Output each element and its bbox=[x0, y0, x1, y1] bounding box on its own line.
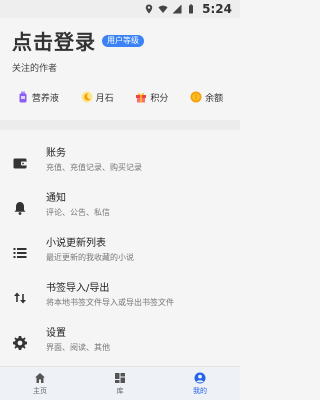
menu-title: 设置 bbox=[46, 328, 66, 339]
gear-icon bbox=[13, 336, 27, 350]
menu-subtitle: 将本地书签文件导入或导出书签文件 bbox=[46, 298, 174, 307]
nav-home[interactable]: 主页 bbox=[0, 367, 80, 400]
status-bar: 5:24 bbox=[0, 0, 240, 18]
menu-title: 通知 bbox=[46, 193, 66, 204]
list-icon bbox=[13, 248, 27, 258]
nav-label: 我的 bbox=[193, 386, 207, 395]
cellular-icon bbox=[172, 4, 182, 14]
section-divider bbox=[0, 120, 240, 130]
nav-library[interactable]: 库 bbox=[80, 367, 160, 400]
status-time: 5:24 bbox=[202, 2, 232, 16]
settings-menu: 账务 充值、充值记录、购买记录 通知 评论、公告、私信 小说更新列表 最近更新的… bbox=[0, 140, 240, 366]
menu-item-notifications[interactable]: 通知 评论、公告、私信 bbox=[0, 185, 240, 230]
asset-nutrition[interactable]: 营养液 bbox=[17, 91, 59, 104]
assets-row: 营养液 月石 积分 余额 bbox=[0, 82, 240, 112]
followed-authors-link[interactable]: 关注的作者 bbox=[12, 61, 228, 74]
menu-subtitle: 评论、公告、私信 bbox=[46, 208, 110, 217]
import-export-icon bbox=[14, 292, 26, 304]
nav-label: 库 bbox=[116, 386, 124, 395]
nav-label: 主页 bbox=[33, 386, 47, 395]
coin-icon bbox=[190, 91, 202, 103]
asset-label: 营养液 bbox=[31, 93, 59, 104]
nutrition-bottle-icon bbox=[19, 91, 27, 103]
menu-item-billing[interactable]: 账务 充值、充值记录、购买记录 bbox=[0, 140, 240, 185]
asset-label: 余额 bbox=[205, 93, 224, 104]
menu-title: 小说更新列表 bbox=[46, 238, 106, 249]
asset-label: 积分 bbox=[150, 93, 169, 104]
menu-subtitle: 界面、阅读、其他 bbox=[46, 343, 110, 352]
menu-item-novel-updates[interactable]: 小说更新列表 最近更新的我收藏的小说 bbox=[0, 230, 240, 275]
location-icon bbox=[145, 4, 153, 14]
menu-title: 书签导入/导出 bbox=[46, 283, 110, 294]
library-icon bbox=[115, 372, 125, 383]
account-icon bbox=[194, 372, 206, 383]
menu-subtitle: 充值、充值记录、购买记录 bbox=[46, 163, 142, 172]
battery-icon bbox=[189, 4, 194, 14]
asset-moonstone[interactable]: 月石 bbox=[81, 91, 114, 104]
asset-balance[interactable]: 余额 bbox=[190, 91, 223, 104]
nav-mine[interactable]: 我的 bbox=[160, 367, 240, 400]
menu-title: 账务 bbox=[46, 148, 66, 159]
profile-header: 点击登录 用户等级 关注的作者 bbox=[0, 18, 240, 74]
menu-item-settings[interactable]: 设置 界面、阅读、其他 bbox=[0, 320, 240, 365]
menu-subtitle: 最近更新的我收藏的小说 bbox=[46, 253, 134, 262]
home-icon bbox=[35, 372, 45, 383]
gift-icon bbox=[136, 93, 147, 103]
asset-points[interactable]: 积分 bbox=[135, 91, 168, 104]
wallet-icon bbox=[13, 158, 27, 169]
asset-label: 月石 bbox=[95, 93, 114, 104]
bell-icon bbox=[14, 202, 26, 215]
wifi-icon bbox=[158, 5, 168, 13]
bottom-navigation: 主页 库 我的 bbox=[0, 366, 240, 400]
login-button[interactable]: 点击登录 bbox=[12, 26, 96, 55]
user-level-badge: 用户等级 bbox=[102, 34, 144, 47]
moonstone-icon bbox=[81, 91, 93, 103]
menu-item-bookmark-import-export[interactable]: 书签导入/导出 将本地书签文件导入或导出书签文件 bbox=[0, 275, 240, 320]
